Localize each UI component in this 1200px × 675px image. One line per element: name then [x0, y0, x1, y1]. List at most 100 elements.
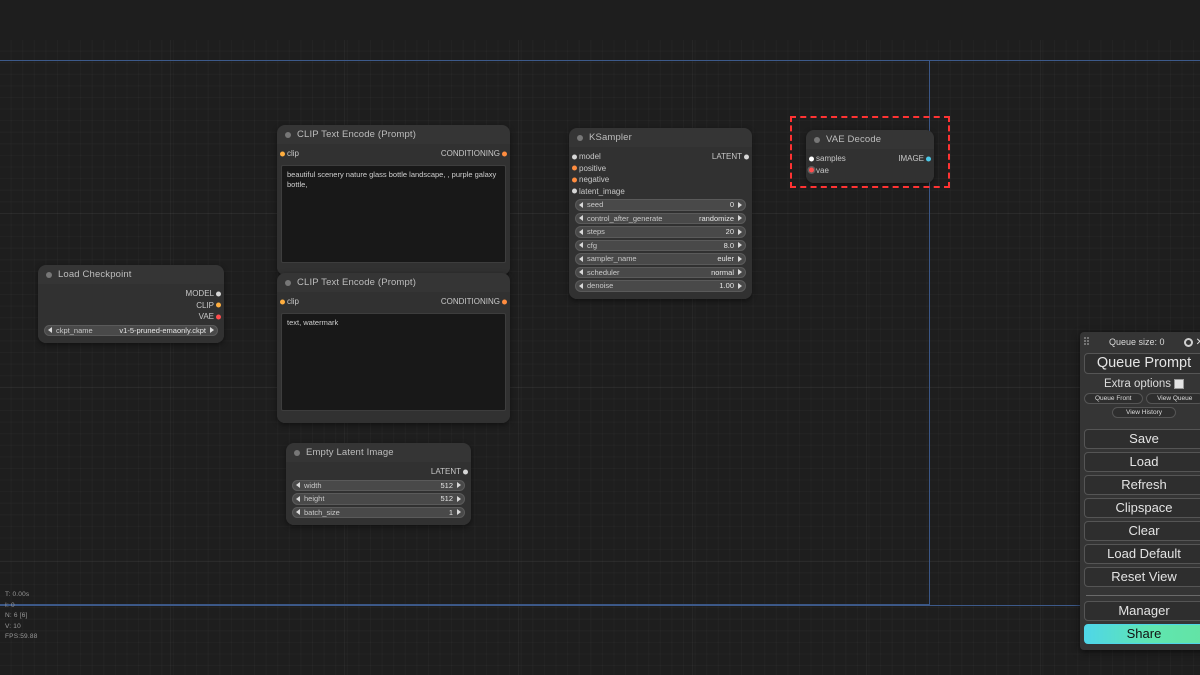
node-title-bar[interactable]: CLIP Text Encode (Prompt) [277, 125, 510, 144]
decrement-arrow-icon[interactable] [296, 509, 300, 516]
widget-denoise[interactable]: denoise 1.00 [575, 280, 746, 292]
extra-options-checkbox[interactable] [1174, 379, 1185, 389]
drag-dots-icon[interactable] [1084, 337, 1090, 347]
output-slot-latent[interactable]: LATENT [286, 466, 471, 478]
slot-dot-positive-in[interactable] [572, 165, 577, 171]
slot-dot-model[interactable] [216, 291, 221, 297]
extra-options-row[interactable]: Extra options [1084, 378, 1200, 390]
slot-dot-negative-in[interactable] [572, 177, 577, 183]
collapse-icon[interactable] [285, 131, 291, 138]
widget-seed[interactable]: seed 0 [575, 199, 746, 211]
decrement-arrow-icon[interactable] [48, 327, 52, 334]
increment-arrow-icon[interactable] [738, 201, 742, 208]
increment-arrow-icon[interactable] [738, 228, 742, 235]
load-default-button[interactable]: Load Default [1084, 544, 1200, 564]
increment-arrow-icon[interactable] [738, 215, 742, 222]
increment-arrow-icon[interactable] [457, 509, 461, 516]
slot-dot-clip-in[interactable] [280, 151, 285, 157]
increment-arrow-icon[interactable] [738, 269, 742, 276]
slot-dot-latent-out[interactable] [744, 154, 749, 160]
node-title-bar[interactable]: Empty Latent Image [286, 443, 471, 462]
slot-dot-clip[interactable] [216, 302, 221, 308]
increment-arrow-icon[interactable] [457, 482, 461, 489]
widget-width[interactable]: width 512 [292, 479, 465, 491]
increment-arrow-icon[interactable] [457, 495, 461, 502]
slot-dot-latent-in[interactable] [572, 188, 577, 194]
share-button[interactable]: Share [1084, 624, 1200, 644]
save-button[interactable]: Save [1084, 429, 1200, 449]
clipspace-button[interactable]: Clipspace [1084, 498, 1200, 518]
decrement-arrow-icon[interactable] [579, 282, 583, 289]
gear-icon[interactable] [1183, 337, 1193, 347]
slot-row-clip[interactable]: clip CONDITIONING [277, 148, 510, 160]
decrement-arrow-icon[interactable] [579, 228, 583, 235]
node-title-bar[interactable]: CLIP Text Encode (Prompt) [277, 273, 510, 292]
widget-label: batch_size [304, 507, 340, 517]
widget-steps[interactable]: steps 20 [575, 226, 746, 238]
view-history-button[interactable]: View History [1112, 407, 1176, 418]
slot-row-negative[interactable]: negative [569, 174, 752, 186]
comfy-menu-panel[interactable]: Queue size: 0 ✕ Queue Prompt Extra optio… [1080, 332, 1200, 650]
widget-cfg[interactable]: cfg 8.0 [575, 239, 746, 251]
input-label: clip [287, 149, 300, 159]
slot-dot-clip-in[interactable] [280, 299, 285, 305]
decrement-arrow-icon[interactable] [579, 242, 583, 249]
load-button[interactable]: Load [1084, 452, 1200, 472]
decrement-arrow-icon[interactable] [296, 495, 300, 502]
refresh-button[interactable]: Refresh [1084, 475, 1200, 495]
slot-dot-model-in[interactable] [572, 154, 577, 160]
decrement-arrow-icon[interactable] [579, 269, 583, 276]
decrement-arrow-icon[interactable] [579, 201, 583, 208]
widget-value: 512 [440, 494, 453, 504]
output-slot-model[interactable]: MODEL [38, 288, 224, 300]
collapse-icon[interactable] [577, 134, 583, 141]
collapse-icon[interactable] [285, 279, 291, 286]
increment-arrow-icon[interactable] [738, 282, 742, 289]
widget-height[interactable]: height 512 [292, 493, 465, 505]
node-title-text: CLIP Text Encode (Prompt) [297, 277, 417, 288]
increment-arrow-icon[interactable] [738, 255, 742, 262]
queue-front-button[interactable]: Queue Front [1084, 393, 1143, 404]
widget-ckpt-name[interactable]: ckpt_name v1-5-pruned-emaonly.ckpt [44, 324, 218, 336]
output-slot-clip[interactable]: CLIP [38, 300, 224, 312]
node-load-checkpoint[interactable]: Load Checkpoint MODEL CLIP VAE ckpt_name… [38, 265, 224, 343]
decrement-arrow-icon[interactable] [579, 215, 583, 222]
close-icon[interactable]: ✕ [1196, 337, 1200, 347]
widget-value: 0 [729, 200, 734, 210]
decrement-arrow-icon[interactable] [296, 482, 300, 489]
node-clip-text-encode-negative[interactable]: CLIP Text Encode (Prompt) clip CONDITION… [277, 273, 510, 423]
slot-row-model[interactable]: model LATENT [569, 151, 752, 163]
widget-batch-size[interactable]: batch_size 1 [292, 506, 465, 518]
prompt-textarea-positive[interactable]: beautiful scenery nature glass bottle la… [281, 164, 506, 263]
view-queue-button[interactable]: View Queue [1145, 393, 1200, 404]
slot-dot-latent-out[interactable] [463, 469, 468, 475]
output-slot-vae[interactable]: VAE [38, 311, 224, 323]
prompt-textarea-negative[interactable]: text, watermark [281, 312, 506, 411]
slot-dot-vae[interactable] [216, 314, 221, 320]
slot-row-latent-image[interactable]: latent_image [569, 186, 752, 198]
increment-arrow-icon[interactable] [738, 242, 742, 249]
node-title-bar[interactable]: Load Checkpoint [38, 265, 224, 284]
node-title-bar[interactable]: KSampler [569, 128, 752, 147]
decrement-arrow-icon[interactable] [579, 255, 583, 262]
manager-button[interactable]: Manager [1084, 601, 1200, 621]
slot-dot-conditioning-out[interactable] [502, 299, 507, 305]
clear-button[interactable]: Clear [1084, 521, 1200, 541]
widget-label: scheduler [587, 267, 620, 277]
collapse-icon[interactable] [294, 449, 300, 456]
widget-value: euler [717, 254, 734, 264]
slot-row-positive[interactable]: positive [569, 163, 752, 175]
collapse-icon[interactable] [46, 271, 52, 278]
node-empty-latent-image[interactable]: Empty Latent Image LATENT width 512 heig… [286, 443, 471, 525]
menu-header[interactable]: Queue size: 0 ✕ [1084, 334, 1200, 350]
widget-scheduler[interactable]: scheduler normal [575, 266, 746, 278]
node-ksampler[interactable]: KSampler model LATENT positive negative … [569, 128, 752, 299]
slot-row-clip[interactable]: clip CONDITIONING [277, 296, 510, 308]
queue-prompt-button[interactable]: Queue Prompt [1084, 353, 1200, 374]
reset-view-button[interactable]: Reset View [1084, 567, 1200, 587]
node-clip-text-encode-positive[interactable]: CLIP Text Encode (Prompt) clip CONDITION… [277, 125, 510, 275]
increment-arrow-icon[interactable] [210, 327, 214, 334]
widget-control-after-generate[interactable]: control_after_generate randomize [575, 212, 746, 224]
slot-dot-conditioning-out[interactable] [502, 151, 507, 157]
widget-sampler-name[interactable]: sampler_name euler [575, 253, 746, 265]
